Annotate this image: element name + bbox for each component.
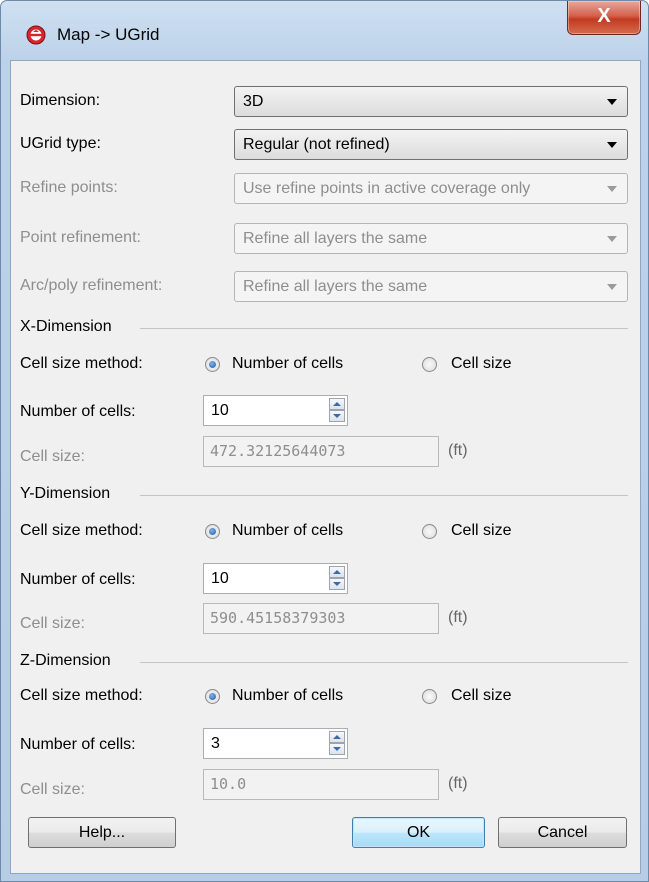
x-unit-label: (ft) [448, 442, 468, 459]
cancel-button[interactable]: Cancel [498, 817, 627, 848]
x-dimension-group: X-Dimension [20, 318, 628, 338]
y-cell-size-field: 590.45158379303 [203, 603, 439, 634]
dimension-label: Dimension: [20, 92, 101, 109]
close-button[interactable]: X [567, 1, 641, 35]
refine-points-select: Use refine points in active coverage onl… [234, 173, 628, 204]
y-number-of-cells-spinner[interactable]: 10 [203, 563, 348, 594]
z-cell-size-field: 10.0 [203, 769, 439, 800]
y-cell-size-method-label: Cell size method: [20, 522, 143, 539]
arc-poly-refinement-label: Arc/poly refinement: [20, 277, 163, 294]
group-divider [140, 662, 628, 663]
x-cell-size-method-label: Cell size method: [20, 355, 143, 372]
spin-down-icon[interactable] [329, 578, 345, 590]
spin-down-icon[interactable] [329, 743, 345, 755]
title-bar[interactable]: Map -> UGrid X [1, 1, 648, 61]
ugrid-type-label: UGrid type: [20, 135, 101, 152]
x-cell-size-field: 472.32125644073 [203, 436, 439, 467]
y-radio-cell-size-label[interactable]: Cell size [451, 522, 511, 540]
y-radio-cell-size[interactable] [422, 524, 437, 539]
z-dimension-group: Z-Dimension [20, 652, 628, 672]
x-number-of-cells-spinner[interactable]: 10 [203, 395, 348, 426]
ugrid-type-select-value: Regular (not refined) [243, 136, 390, 153]
spin-up-icon[interactable] [329, 566, 345, 578]
spin-up-icon[interactable] [329, 731, 345, 743]
z-radio-number-of-cells-label[interactable]: Number of cells [232, 687, 343, 705]
chevron-down-icon [607, 236, 617, 242]
point-refinement-select: Refine all layers the same [234, 223, 628, 254]
y-radio-number-of-cells[interactable] [205, 524, 220, 539]
y-number-of-cells-value: 10 [211, 570, 229, 587]
y-dimension-group: Y-Dimension [20, 485, 628, 505]
dialog-body: Dimension: 3D UGrid type: Regular (not r… [10, 60, 641, 874]
z-dimension-group-title: Z-Dimension [20, 652, 111, 669]
z-cell-size-value: 10.0 [210, 775, 247, 793]
y-number-of-cells-label: Number of cells: [20, 571, 136, 588]
z-number-of-cells-value: 3 [211, 735, 220, 752]
z-cell-size-method-label: Cell size method: [20, 687, 143, 704]
group-divider [140, 495, 628, 496]
chevron-down-icon [607, 284, 617, 290]
x-cell-size-value: 472.32125644073 [210, 442, 346, 460]
refine-points-label: Refine points: [20, 179, 118, 196]
z-unit-label: (ft) [448, 775, 468, 792]
z-cell-size-label: Cell size: [20, 781, 85, 798]
x-radio-number-of-cells[interactable] [205, 357, 220, 372]
close-icon: X [597, 5, 611, 27]
x-number-of-cells-value: 10 [211, 402, 229, 419]
chevron-down-icon [607, 142, 617, 148]
y-cell-size-label: Cell size: [20, 615, 85, 632]
chevron-down-icon [607, 99, 617, 105]
x-number-of-cells-label: Number of cells: [20, 403, 136, 420]
z-radio-cell-size-label[interactable]: Cell size [451, 687, 511, 705]
z-number-of-cells-label: Number of cells: [20, 736, 136, 753]
point-refinement-label: Point refinement: [20, 229, 141, 246]
z-radio-cell-size[interactable] [422, 689, 437, 704]
y-dimension-group-title: Y-Dimension [20, 485, 111, 502]
y-cell-size-value: 590.45158379303 [210, 609, 346, 627]
spin-down-icon[interactable] [329, 410, 345, 422]
dialog-window: Map -> UGrid X Dimension: 3D UGrid type:… [0, 0, 649, 882]
ugrid-type-select[interactable]: Regular (not refined) [234, 129, 628, 160]
y-unit-label: (ft) [448, 609, 468, 626]
refine-points-select-value: Use refine points in active coverage onl… [243, 180, 531, 197]
ok-button[interactable]: OK [352, 817, 485, 848]
group-divider [140, 328, 628, 329]
x-radio-cell-size[interactable] [422, 357, 437, 372]
arc-poly-refinement-select-value: Refine all layers the same [243, 278, 428, 295]
chevron-down-icon [607, 186, 617, 192]
app-logo-icon [26, 25, 46, 45]
dimension-select-value: 3D [243, 93, 264, 110]
point-refinement-select-value: Refine all layers the same [243, 230, 428, 247]
help-button[interactable]: Help... [28, 817, 176, 848]
arc-poly-refinement-select: Refine all layers the same [234, 271, 628, 302]
x-radio-number-of-cells-label[interactable]: Number of cells [232, 355, 343, 373]
spin-up-icon[interactable] [329, 398, 345, 410]
y-radio-number-of-cells-label[interactable]: Number of cells [232, 522, 343, 540]
dimension-select[interactable]: 3D [234, 86, 628, 117]
z-number-of-cells-spinner[interactable]: 3 [203, 728, 348, 759]
x-cell-size-label: Cell size: [20, 448, 85, 465]
z-radio-number-of-cells[interactable] [205, 689, 220, 704]
window-title: Map -> UGrid [57, 25, 160, 44]
x-dimension-group-title: X-Dimension [20, 318, 112, 335]
x-radio-cell-size-label[interactable]: Cell size [451, 355, 511, 373]
